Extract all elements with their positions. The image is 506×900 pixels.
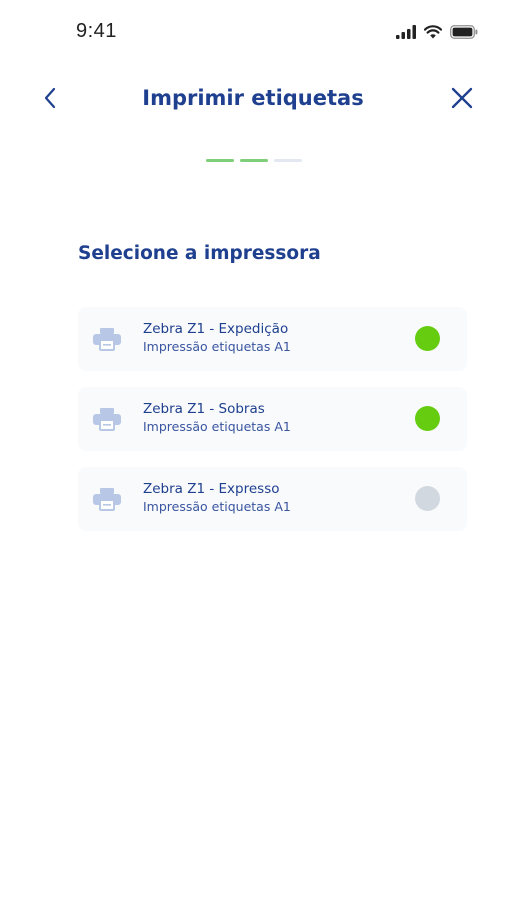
printer-card[interactable]: Zebra Z1 - Sobras Impressão etiquetas A1 — [78, 387, 467, 451]
step-pending — [274, 159, 302, 162]
printer-icon — [92, 487, 122, 511]
status-time: 9:41 — [76, 20, 117, 42]
printer-name: Zebra Z1 - Expedição — [143, 321, 289, 337]
status-dot — [415, 326, 440, 351]
printer-description: Impressão etiquetas A1 — [143, 339, 291, 354]
printer-card[interactable]: Zebra Z1 - Expresso Impressão etiquetas … — [78, 467, 467, 531]
step-completed — [240, 159, 268, 162]
printer-icon — [92, 407, 122, 431]
close-icon — [451, 87, 473, 113]
printer-card[interactable]: Zebra Z1 - Expedição Impressão etiquetas… — [78, 307, 467, 371]
page-title: Imprimir etiquetas — [142, 86, 364, 110]
section-title: Selecione a impressora — [78, 243, 321, 264]
status-dot — [415, 486, 440, 511]
printer-icon — [92, 327, 122, 351]
step-completed — [206, 159, 234, 162]
close-button[interactable] — [448, 86, 476, 114]
signal-icon — [396, 24, 416, 43]
battery-icon — [450, 24, 478, 43]
printer-list: Zebra Z1 - Expedição Impressão etiquetas… — [78, 307, 467, 547]
printer-description: Impressão etiquetas A1 — [143, 499, 291, 514]
status-bar: 9:41 — [0, 0, 506, 60]
nav-bar: Imprimir etiquetas — [0, 78, 506, 122]
wifi-icon — [423, 24, 443, 43]
printer-name: Zebra Z1 - Sobras — [143, 401, 265, 417]
progress-stepper — [206, 159, 302, 162]
printer-description: Impressão etiquetas A1 — [143, 419, 291, 434]
printer-name: Zebra Z1 - Expresso — [143, 481, 280, 497]
status-dot — [415, 406, 440, 431]
status-icons — [396, 24, 478, 43]
